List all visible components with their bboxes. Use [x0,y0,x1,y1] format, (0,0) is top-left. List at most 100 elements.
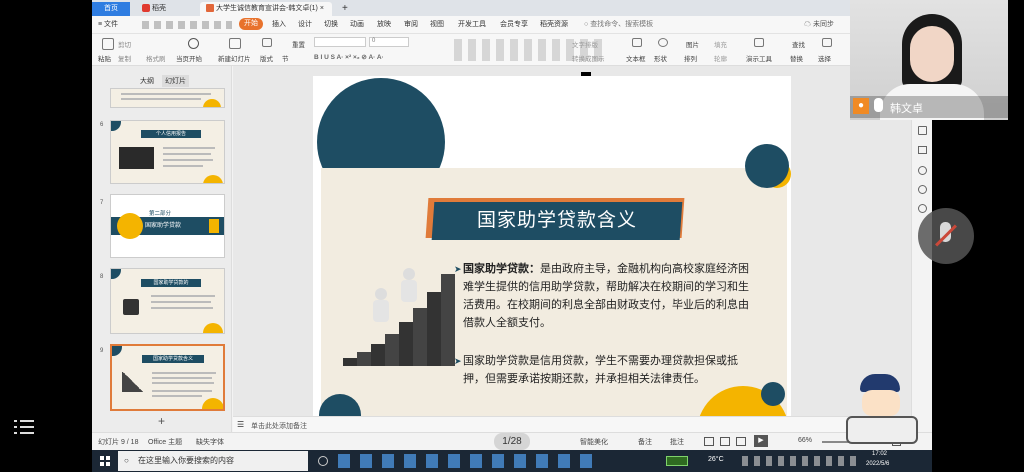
microphone-icon[interactable] [874,98,883,112]
reset-button[interactable]: 重置 [292,39,305,49]
copy-button[interactable]: 复制 [118,53,131,63]
slide-counter: 幻灯片 9 / 18 [98,439,139,446]
tab-document[interactable]: 大学生诚信教育宣讲会-韩文卓(1) × [200,2,332,16]
taskbar-apps[interactable] [338,454,598,468]
arrange-button[interactable]: 排列 [684,53,697,63]
play-slideshow-icon[interactable]: ▶ [754,435,768,447]
weather-temp: 26°C [708,456,724,463]
textbox-button[interactable]: 文本框 [626,53,646,63]
fill-button[interactable]: 填充 [714,39,727,49]
smart-beautify-button[interactable]: 智能美化 [580,437,608,447]
menu-member[interactable]: 会员专享 [500,19,528,31]
taskview-icon[interactable] [318,456,328,466]
menu-review[interactable]: 审阅 [404,19,418,31]
menu-resources[interactable]: 稻壳资源 [540,19,568,31]
paste-button[interactable]: 粘贴 [98,53,111,63]
normal-view-icon[interactable] [704,437,714,446]
play-icon[interactable] [188,38,199,49]
tools-button[interactable]: 演示工具 [746,53,772,63]
settings-icon[interactable] [918,166,927,175]
menu-file-label: 文件 [104,21,119,28]
staircase-figure [343,266,455,366]
sorter-view-icon[interactable] [720,437,730,446]
menu-insert[interactable]: 插入 [272,19,286,31]
sync-status[interactable]: ☁ 未同步 [804,19,834,31]
presenter-face [910,26,954,82]
font-style-buttons[interactable]: B I U S A· ×² ×₂ ⊘ A· A· [314,53,384,61]
replace-button[interactable]: 替换 [790,53,803,63]
notes-toggle-button[interactable]: 备注 [638,437,652,447]
reading-view-icon[interactable] [736,437,746,446]
tools-icon[interactable] [754,38,764,47]
textbox-icon[interactable] [632,38,642,47]
notes-bar[interactable]: ☰ 单击此处添加备注 [233,416,911,432]
shape-button[interactable]: 形状 [654,53,667,63]
shape-icon[interactable] [658,38,668,47]
tray-icons[interactable] [742,456,862,466]
tab-outline[interactable]: 大纲 [140,76,154,86]
paste-icon[interactable] [102,38,114,50]
menu-file[interactable]: ≡ 文件 [98,19,118,31]
thumb-stairs [122,372,144,392]
text-direction-button[interactable]: 文字排版 [572,39,598,49]
slide-thumb-6[interactable]: 个人信用报告 [110,120,225,184]
slide-thumb-5[interactable] [110,88,225,108]
menu-design[interactable]: 设计 [298,19,312,31]
notes-placeholder[interactable]: 单击此处添加备注 [251,421,307,431]
new-slide-icon[interactable] [229,38,241,49]
command-search[interactable]: ○ 查找命令、搜索模板 [584,19,653,31]
tab-home[interactable]: 首页 [92,2,130,16]
slide-thumb-7[interactable]: 第二部分 国家助学贷款 [110,194,225,258]
thumb-text-line [152,377,212,379]
slide-thumb-9[interactable]: 国家助学贷款含义 [110,344,225,411]
slide-thumb-8[interactable]: 国家助学贷款的 [110,268,225,334]
figure-person-body [373,300,389,322]
help-icon[interactable] [918,185,927,194]
quick-access-icons[interactable] [142,21,232,29]
info-icon[interactable] [918,204,927,213]
section-button[interactable]: 节 [282,53,289,63]
thumb-text-line [152,372,216,374]
slide-title: 国家助学贷款含义 [476,210,637,231]
outline-button[interactable]: 轮廓 [714,53,727,63]
menu-view[interactable]: 视图 [430,19,444,31]
stair-step [371,344,385,366]
menu-slideshow[interactable]: 放映 [377,19,391,31]
new-slide-button[interactable]: 新建幻灯片 [218,53,251,63]
missing-font-button[interactable]: 缺失字体 [196,437,224,447]
smartart-button[interactable]: 转换成图示 [572,53,605,63]
zoom-level[interactable]: 66% [798,437,812,444]
thumb-text-line [151,295,215,297]
menu-animation[interactable]: 动画 [350,19,364,31]
start-slideshow-button[interactable]: 当页开始 [176,53,202,63]
menu-start[interactable]: 开始 [239,18,263,30]
menu-developer[interactable]: 开发工具 [458,19,486,31]
mute-microphone-button[interactable] [918,208,974,264]
select-button[interactable]: 选择 [818,53,831,63]
menu-transition[interactable]: 切换 [324,19,338,31]
taskbar-search[interactable]: ○ 在这里输入你要搜索的内容 [118,451,308,471]
slide-icon[interactable] [918,146,927,154]
left-menu-icon[interactable] [14,418,36,436]
format-painter-button[interactable]: 格式刷 [146,53,166,63]
layout-icon[interactable] [262,38,272,47]
image-button[interactable]: 图片 [686,39,699,49]
mascot-body [846,416,918,444]
stair-step [399,322,413,366]
pointer-icon[interactable] [918,126,927,135]
thumb-circle [203,175,223,183]
tab-wps[interactable]: 稻壳 [136,2,196,16]
new-tab-button[interactable]: + [336,2,354,16]
layout-button[interactable]: 版式 [260,53,273,63]
menu-bar: ≡ 文件 开始 插入 设计 切换 动画 放映 审阅 视图 开发工具 会员专享 稻… [92,16,932,34]
comment-toggle-button[interactable]: 批注 [670,437,684,447]
font-size-select[interactable]: 0 [369,37,409,47]
windows-start-icon[interactable] [100,456,110,466]
find-button[interactable]: 查找 [792,39,805,49]
font-family-select[interactable] [314,37,366,47]
main-slide: 国家助学贷款含义 ➤ 国家助学贷款：是由政府主导，金融机构向高校家庭经济困难学生… [313,76,791,416]
select-icon[interactable] [822,38,832,47]
cut-button[interactable]: 剪切 [118,39,131,49]
add-slide-button[interactable]: + [158,414,165,428]
tab-slides[interactable]: 幻灯片 [162,75,189,87]
